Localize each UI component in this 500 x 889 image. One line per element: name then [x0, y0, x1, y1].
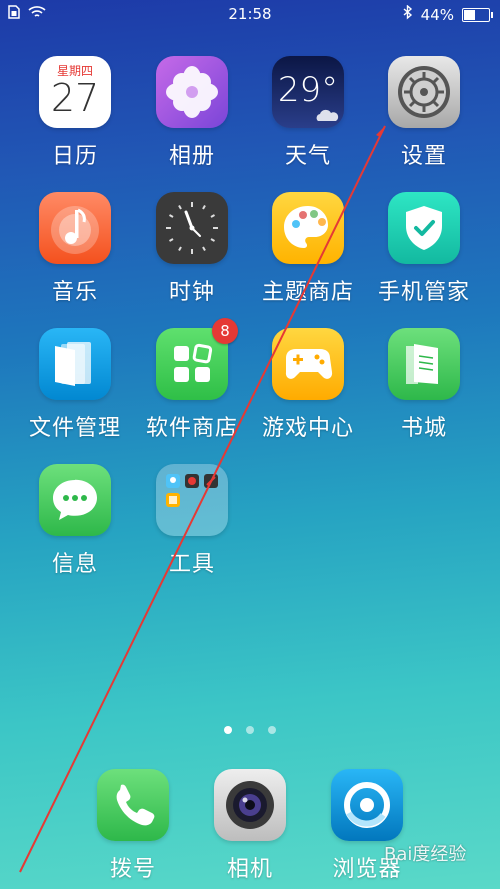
page-indicator[interactable]: [0, 726, 500, 734]
app-label: 拨号: [109, 857, 156, 882]
app-phone-manager[interactable]: 手机管家: [366, 192, 482, 306]
app-game-center[interactable]: 游戏中心: [250, 328, 366, 442]
file-manager-icon: [39, 328, 111, 400]
bookstore-icon: [388, 328, 460, 400]
phone-manager-icon: [388, 192, 460, 264]
app-label: 相册: [168, 144, 215, 169]
status-bar: 21:58 44%: [0, 0, 500, 28]
page-dot[interactable]: [224, 726, 232, 734]
app-messages[interactable]: 信息: [17, 464, 133, 578]
weather-icon: 29°: [272, 56, 344, 128]
dock-camera[interactable]: 相机: [192, 769, 308, 883]
watermark: Bai度经验: [384, 844, 467, 865]
app-music[interactable]: 音乐: [17, 192, 133, 306]
app-tools-folder[interactable]: 工具: [134, 464, 250, 578]
app-store-icon: 8: [156, 318, 238, 400]
tools-folder-icon: [156, 464, 228, 536]
app-clock[interactable]: 时钟: [134, 192, 250, 306]
page-dot[interactable]: [246, 726, 254, 734]
app-calendar[interactable]: 星期四 27 日历: [17, 56, 133, 170]
weather-temperature: 29°: [277, 70, 339, 110]
notification-badge: 8: [212, 318, 238, 344]
app-settings[interactable]: 设置: [366, 56, 482, 170]
calendar-icon: 星期四 27: [39, 56, 111, 128]
settings-icon: [388, 56, 460, 128]
calendar-day: 27: [50, 76, 100, 120]
music-icon: [39, 192, 111, 264]
app-photos[interactable]: 相册: [134, 56, 250, 170]
camera-icon: [214, 769, 286, 841]
app-label: 相机: [226, 857, 273, 882]
app-label: 时钟: [168, 280, 215, 305]
theme-store-icon: [272, 192, 344, 264]
app-theme-store[interactable]: 主题商店: [250, 192, 366, 306]
app-label: 信息: [51, 552, 98, 577]
messages-icon: [39, 464, 111, 536]
app-label: 天气: [284, 144, 331, 169]
battery-text: 44%: [420, 5, 454, 24]
app-label: 音乐: [51, 280, 98, 305]
phone-icon: [97, 769, 169, 841]
photos-icon: [156, 56, 228, 128]
app-label: 书城: [400, 416, 447, 441]
clock-icon: [156, 192, 228, 264]
app-label: 手机管家: [377, 280, 470, 305]
app-label: 游戏中心: [261, 416, 354, 441]
app-label: 日历: [51, 144, 98, 169]
app-label: 设置: [400, 144, 447, 169]
bluetooth-icon: [403, 4, 413, 24]
game-center-icon: [272, 328, 344, 400]
browser-icon: [331, 769, 403, 841]
app-weather[interactable]: 29° 天气: [250, 56, 366, 170]
app-bookstore[interactable]: 书城: [366, 328, 482, 442]
app-software-store[interactable]: 8 软件商店: [134, 318, 250, 442]
app-file-manager[interactable]: 文件管理: [17, 328, 133, 442]
app-label: 工具: [168, 552, 215, 577]
app-label: 主题商店: [261, 280, 354, 305]
battery-icon: [462, 7, 493, 22]
dock-phone[interactable]: 拨号: [75, 769, 191, 883]
app-label: 文件管理: [28, 416, 121, 441]
page-dot[interactable]: [268, 726, 276, 734]
app-label: 软件商店: [145, 416, 238, 441]
